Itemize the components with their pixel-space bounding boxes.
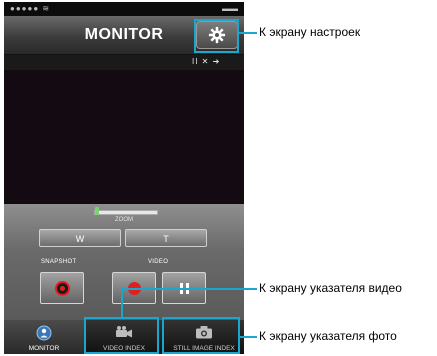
signal-status: ●●●●● ≋ [10,4,51,13]
snapshot-label: SNAPSHOT [41,259,77,265]
photo-index-callout-text: К экрану указателя фото [259,329,397,343]
settings-highlight-frame [194,19,239,53]
zoom-wide-button[interactable]: W [39,229,121,247]
video-index-callout-line [121,288,257,290]
zoom-label: ZOOM [115,217,133,223]
video-label: VIDEO [148,259,169,265]
video-index-callout-line-vertical [121,289,123,319]
settings-callout-text: К экрану настроек [259,25,361,39]
snapshot-icon [55,281,70,296]
settings-callout-line [239,32,257,34]
photo-index-callout-line [240,336,257,338]
video-index-callout-text: К экрану указателя видео [259,281,402,295]
still-index-highlight-frame [162,317,240,354]
status-indicators: II ✕ ➔ [192,57,221,66]
tab-monitor[interactable]: MONITOR [4,320,84,354]
phone-screen: ●●●●● ≋ ▬▬ MONITOR II ✕ ➔ ZOOM W T SNAPS… [4,2,244,354]
control-panel: ZOOM W T SNAPSHOT VIDEO [4,204,244,320]
zoom-tele-button[interactable]: T [125,229,207,247]
zoom-level-indicator [95,207,99,215]
tab-monitor-label: MONITOR [28,345,60,352]
video-index-highlight-frame [84,317,159,354]
status-bar: ●●●●● ≋ ▬▬ [4,2,244,16]
monitor-icon [36,325,52,341]
camera-viewfinder [4,70,244,204]
zoom-slider-track [94,210,158,215]
snapshot-button[interactable] [40,272,84,304]
battery-status: ▬▬ [222,4,238,13]
